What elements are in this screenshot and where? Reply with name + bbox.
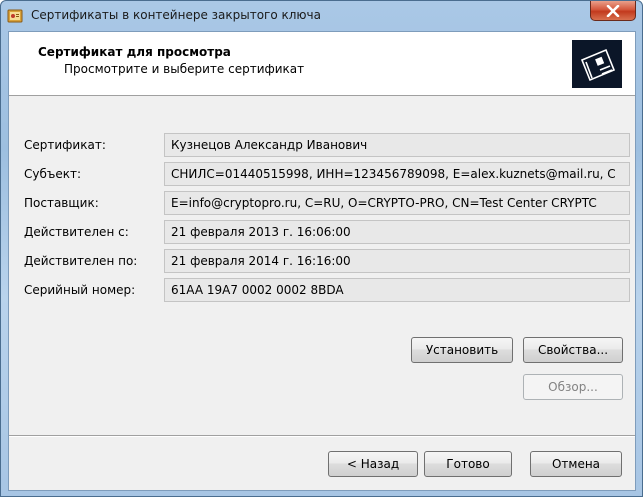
dialog-window: Сертификаты в контейнере закрытого ключа…	[0, 0, 643, 497]
page-subtitle: Просмотрите и выберите сертификат	[64, 62, 305, 76]
valid-from-label: Действителен с:	[24, 225, 129, 239]
subject-value: СНИЛС=01440515998, ИНН=123456789098, E=a…	[164, 162, 630, 186]
properties-button[interactable]: Свойства...	[523, 337, 623, 363]
cancel-button[interactable]: Отмена	[530, 451, 622, 477]
issuer-label: Поставщик:	[24, 196, 99, 210]
finish-button[interactable]: Готово	[424, 451, 512, 477]
close-icon	[606, 4, 620, 17]
install-button[interactable]: Установить	[411, 337, 513, 363]
issuer-value: E=info@cryptopro.ru, C=RU, O=CRYPTO-PRO,…	[164, 191, 630, 215]
page-title: Сертификат для просмотра	[38, 45, 231, 59]
valid-from-value: 21 февраля 2013 г. 16:06:00	[164, 220, 630, 244]
valid-to-label: Действителен по:	[24, 254, 138, 268]
close-button[interactable]	[590, 1, 636, 21]
back-button[interactable]: < Назад	[328, 451, 418, 477]
dialog-client-area: Сертификат для просмотра Просмотрите и в…	[8, 31, 636, 491]
title-bar[interactable]: Сертификаты в контейнере закрытого ключа	[1, 1, 642, 31]
wizard-header: Сертификат для просмотра Просмотрите и в…	[9, 32, 635, 96]
certificate-logo-icon	[572, 40, 622, 88]
footer-divider-highlight	[9, 436, 635, 437]
subject-label: Субъект:	[24, 167, 82, 181]
window-title: Сертификаты в контейнере закрытого ключа	[31, 8, 321, 22]
certificate-value: Кузнецов Александр Иванович	[164, 133, 630, 157]
browse-button[interactable]: Обзор...	[523, 374, 623, 400]
serial-number-label: Серийный номер:	[24, 283, 136, 297]
serial-number-value: 61AA 19A7 0002 0002 8BDA	[164, 278, 630, 302]
certificate-label: Сертификат:	[24, 138, 106, 152]
certificate-app-icon	[7, 8, 23, 24]
valid-to-value: 21 февраля 2014 г. 16:16:00	[164, 249, 630, 273]
